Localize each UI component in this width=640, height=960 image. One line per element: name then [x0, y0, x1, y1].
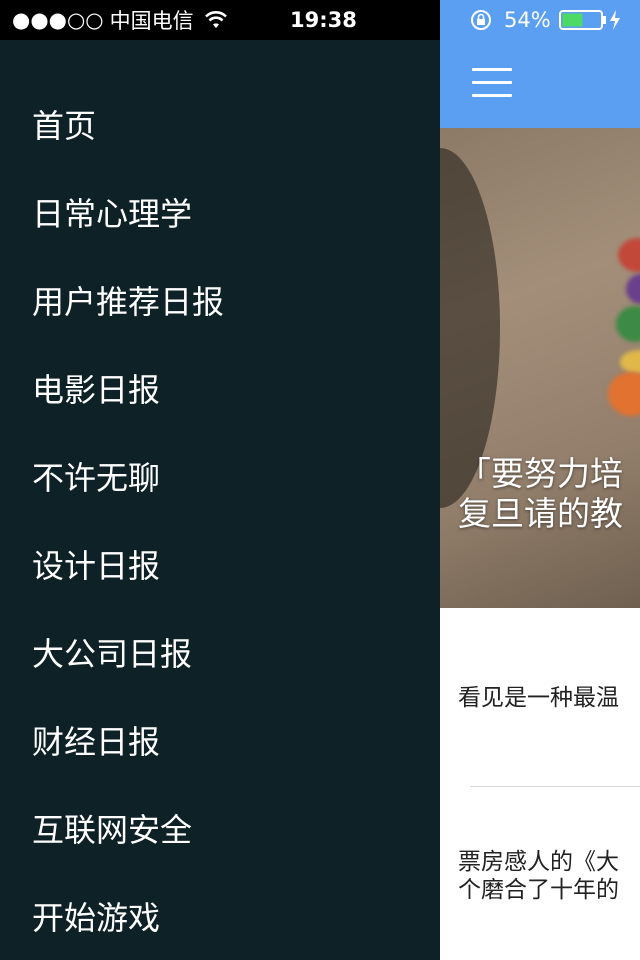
hamburger-line: [472, 81, 512, 84]
menu-item-start-game[interactable]: 开始游戏: [0, 872, 440, 960]
menu-item-user-recommended[interactable]: 用户推荐日报: [0, 256, 440, 344]
menu-item-big-company-daily[interactable]: 大公司日报: [0, 608, 440, 696]
wifi-icon: [204, 11, 227, 28]
story-item[interactable]: 看见是一种最温: [458, 684, 640, 712]
menu-item-design-daily[interactable]: 设计日报: [0, 520, 440, 608]
hamburger-line: [472, 94, 512, 97]
status-bar-right: 54%: [440, 0, 640, 40]
charging-icon: [609, 10, 620, 30]
side-drawer: 首页 日常心理学 用户推荐日报 电影日报 不许无聊 设计日报 大公司日报 财经日…: [0, 40, 440, 960]
battery-percent: 54%: [504, 8, 551, 32]
drawer-menu: 首页 日常心理学 用户推荐日报 电影日报 不许无聊 设计日报 大公司日报 财经日…: [0, 40, 440, 960]
battery-icon: [558, 10, 606, 30]
hero-banner[interactable]: 「要努力培 复旦请的教: [440, 128, 640, 608]
hamburger-line: [472, 68, 512, 71]
rotation-lock-icon: [471, 10, 491, 30]
hero-paint-purple: [626, 274, 640, 304]
story-divider: [470, 786, 640, 787]
menu-item-daily-psychology[interactable]: 日常心理学: [0, 168, 440, 256]
status-bar: ●●●○○ 中国电信 19:38: [0, 0, 440, 40]
carrier-name: 中国电信: [109, 9, 194, 33]
hero-paint-red: [618, 238, 640, 272]
clock: 19:38: [290, 8, 357, 32]
menu-item-home[interactable]: 首页: [0, 80, 440, 168]
menu-item-no-boredom[interactable]: 不许无聊: [0, 432, 440, 520]
top-bar: [440, 40, 640, 128]
hero-paint-green: [616, 306, 640, 342]
menu-item-movie-daily[interactable]: 电影日报: [0, 344, 440, 432]
menu-item-internet-security[interactable]: 互联网安全: [0, 784, 440, 872]
menu-item-finance-daily[interactable]: 财经日报: [0, 696, 440, 784]
hero-paint-yellow: [620, 350, 640, 374]
hero-paint-orange: [608, 372, 640, 416]
main-content: 「要努力培 复旦请的教 看见是一种最温 票房感人的《大 个磨合了十年的: [440, 40, 640, 960]
hero-title: 「要努力培 复旦请的教: [458, 454, 623, 533]
hamburger-icon[interactable]: [472, 68, 512, 98]
story-item[interactable]: 票房感人的《大 个磨合了十年的: [458, 848, 640, 904]
signal-strength: ●●●○○: [12, 8, 104, 32]
